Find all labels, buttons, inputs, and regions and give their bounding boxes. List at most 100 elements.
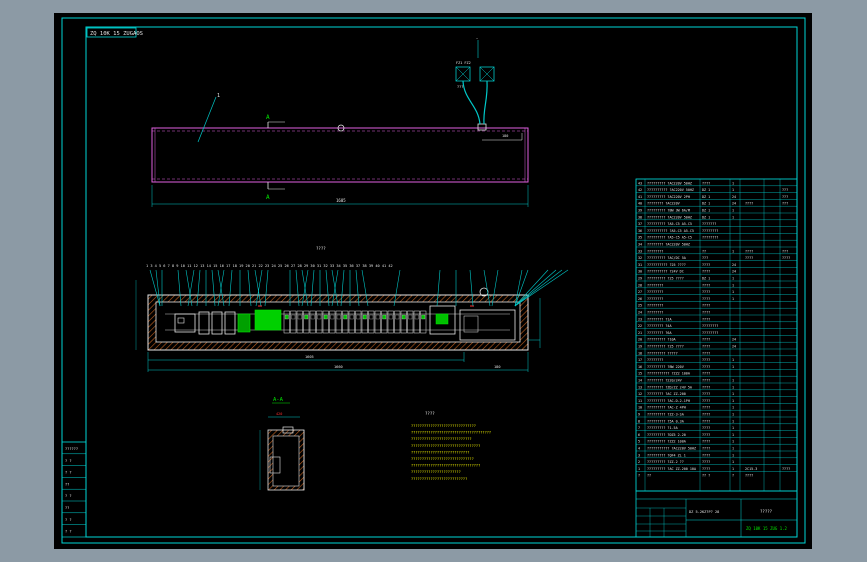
bom-cell: ???????? (647, 297, 663, 301)
bom-cell: 1 (732, 447, 734, 451)
svg-text:180: 180 (502, 134, 508, 138)
bom-cell: ????????? ?DZ5 2-20 (647, 433, 686, 437)
bom-cell: 26 (638, 297, 642, 301)
bom-cell: ??????? (702, 222, 716, 226)
note-line: ???????????????????????????? (411, 437, 472, 441)
bom-cell: 31 (638, 263, 642, 267)
fan-label: FZ1 FZ2 (456, 61, 471, 65)
bom-cell: 1 (732, 399, 734, 403)
bom-cell: ???? (702, 283, 710, 287)
bom-cell: 4 (638, 447, 640, 451)
bom-cell: ???? (702, 413, 710, 417)
cad-viewport[interactable]: ZQ 10K 15 ZUGAOS 180 1 A A 1605 FZ1 FZ2 … (0, 0, 867, 562)
bom-cell: ???????? (702, 331, 718, 335)
bom-cell: 1 (732, 385, 734, 389)
bom-cell: DZ 1 (702, 215, 710, 219)
bom-cell: 29 (638, 277, 642, 281)
bom-cell: ????????? ?25 ???? (647, 277, 684, 281)
bom-cell: DZ 1 (702, 195, 710, 199)
bom-cell: 1 (732, 215, 734, 219)
front-dim-right: 180 (494, 365, 501, 369)
bom-cell: 1 (732, 440, 734, 444)
svg-text:~: ~ (476, 37, 478, 41)
bom-cell: ???? (702, 365, 710, 369)
bom-cell: ???? (702, 317, 710, 321)
bom-cell: ???????? (647, 304, 663, 308)
bom-cell: ???????? ?ZD/ZZ 24V 5A (647, 385, 692, 389)
section-marker-bottom: A (266, 194, 270, 201)
bom-cell: 27 (638, 290, 642, 294)
bom-cell: ???? (702, 270, 710, 274)
bom-cell: ???????? (647, 290, 663, 294)
bom-cell: 24 (732, 263, 736, 267)
bom-cell: ???? (702, 290, 710, 294)
bom-cell: ?????????? ?25 ???? (647, 263, 686, 267)
bom-cell: ????????? ?QF4 ZL 1 (647, 453, 686, 457)
revision-row-label: ? ? (65, 530, 72, 534)
balloon-1: 1 (217, 93, 220, 99)
bom-cell: 37 (638, 222, 642, 226)
bom-cell: ???????? ?AC ZZ-200 (647, 392, 686, 396)
bom-cell: 1 (732, 365, 734, 369)
bom-cell: ???? (702, 181, 710, 185)
bom-cell: ?? (702, 249, 706, 253)
section-marker-top: A (266, 114, 270, 121)
bom-cell: 41 (638, 195, 642, 199)
front-view-label: ???? (316, 246, 326, 251)
bom-cell: ????????? ?AC-Z 4PH (647, 406, 686, 410)
bom-cell: 1 (732, 467, 734, 471)
bom-cell: 5 (638, 440, 640, 444)
bom-cell: ????????? ?AC220V 2PH (647, 195, 690, 199)
bom-cell: ????????? ?AC/DC 5A (647, 256, 686, 260)
bom-cell: ????????? ?BW 3W 6A/M (647, 209, 690, 213)
bom-cell: 21 (638, 331, 642, 335)
bom-cell: ???????? ?220/24V (647, 379, 682, 383)
bom-cell: ????????? ?AC220V 50HZ (647, 181, 692, 185)
top-dim-right: 180 (502, 134, 508, 138)
revision-row-label: ?? (65, 506, 69, 510)
bom-cell: ???????? ?1A (647, 317, 672, 321)
note-line: ??????????????????????? (411, 470, 461, 474)
bom-cell: 25 (638, 304, 642, 308)
bom-cell: 24 (732, 338, 736, 342)
bom-cell: 32 (638, 256, 642, 260)
bom-cell: ????????? ?25 ???? (647, 345, 684, 349)
bom-cell: ???? (702, 338, 710, 342)
bom-cell: 2C15-3 (745, 467, 757, 471)
bom-cell: 11 (638, 399, 642, 403)
bom-cell: ???? (702, 351, 710, 355)
bom-cell: ?? ? (702, 474, 710, 478)
bom-cell: ? (732, 474, 734, 478)
bom-cell: 3 (638, 453, 640, 457)
bom-cell: ??? (782, 195, 788, 199)
bom-cell: ????????? ?5A 0.3A (647, 419, 684, 423)
note-line: ??????????????????????????? (411, 450, 469, 454)
bom-cell: 14 (638, 379, 642, 383)
bom-cell: 24 (732, 345, 736, 349)
revision-row-label: ? ? (65, 471, 72, 475)
bom-cell: ??? (702, 256, 708, 260)
bom-cell: ???????? ?4A (647, 324, 672, 328)
bom-cell: 1 (732, 426, 734, 430)
bom-cell: 1 (732, 297, 734, 301)
bom-cell: ???????? (702, 236, 718, 240)
bom-cell: ???????? (647, 249, 663, 253)
bom-cell: ???? (702, 304, 710, 308)
bom-cell: 13 (638, 385, 642, 389)
bom-cell: ????????? ????? (647, 351, 678, 355)
bom-cell: ????????? ?1.5A (647, 426, 678, 430)
bom-cell: ???? (702, 358, 710, 362)
bom-cell: ???????? ?AC220V (647, 202, 680, 206)
bom-cell: 28 (638, 283, 642, 287)
bom-cell: ???? (702, 379, 710, 383)
bom-cell: ???? (702, 392, 710, 396)
bom-cell: ????????? ?ZZ-2 ?? (647, 460, 684, 464)
bom-cell: 6 (638, 433, 640, 437)
title-block-title: ????? (760, 509, 773, 514)
bom-cell: ???? (702, 263, 710, 267)
bom-cell: 23 (638, 317, 642, 321)
bom-cell: ????????? ?BW 220V (647, 365, 684, 369)
bom-cell: 1 (732, 453, 734, 457)
bom-cell: ?????????? ?A5-C5 A5-C5 (647, 229, 694, 233)
bom-cell: ????????? ?AC-D-2-1PH (647, 399, 690, 403)
